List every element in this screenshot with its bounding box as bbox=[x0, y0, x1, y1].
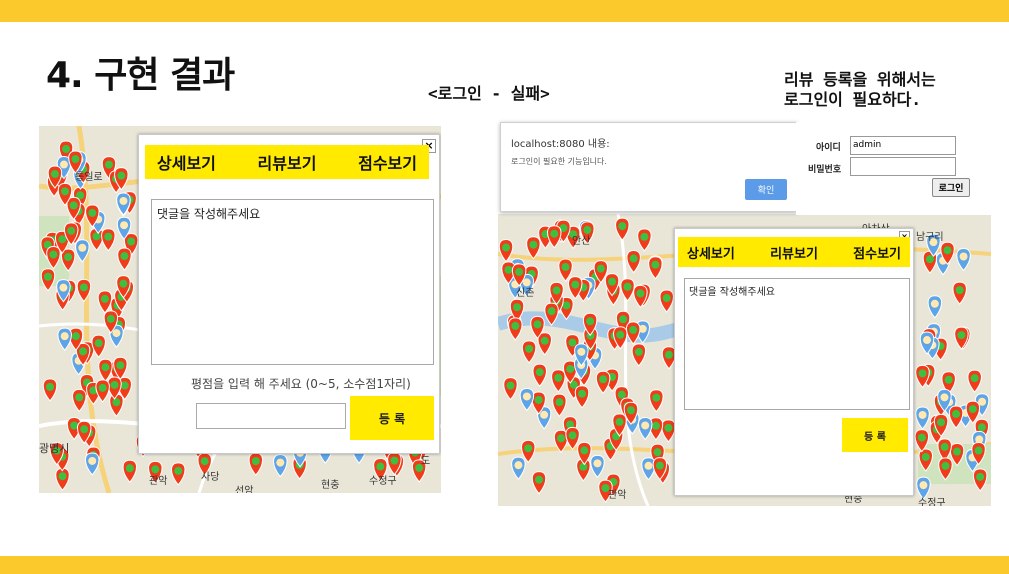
score-input[interactable] bbox=[196, 403, 346, 429]
map-label-district: 선암 bbox=[235, 486, 254, 493]
note-line-1: 리뷰 등록을 위해서는 bbox=[784, 70, 936, 89]
login-pw-input[interactable] bbox=[850, 157, 956, 176]
bottom-accent-band bbox=[0, 556, 1009, 574]
map-label-district: 수정구 bbox=[918, 498, 946, 506]
tab-bar: 상세보기 리뷰보기 점수보기 bbox=[145, 145, 429, 179]
alert-title: localhost:8080 내용: bbox=[511, 139, 610, 150]
map-label-area: 안산 bbox=[572, 236, 591, 247]
login-button[interactable]: 로그인 bbox=[932, 178, 970, 197]
note-line-2: 로그인이 필요하다. bbox=[784, 90, 922, 109]
tab-details[interactable]: 상세보기 bbox=[687, 243, 735, 262]
slide-subtitle: <로그인 - 실패> bbox=[428, 84, 550, 103]
tab-scores[interactable]: 점수보기 bbox=[853, 243, 901, 262]
map-label-district: 사당 bbox=[201, 472, 220, 483]
login-id-input[interactable]: admin bbox=[850, 136, 956, 155]
map-label-city: 광명시 bbox=[39, 442, 70, 455]
alert-dialog: localhost:8080 내용: 로그인이 필요한 기능입니다. 확인 bbox=[500, 122, 798, 212]
map-label-area: 남구리 bbox=[916, 232, 944, 243]
tab-reviews[interactable]: 리뷰보기 bbox=[258, 150, 317, 174]
map-label-road: 통일로 bbox=[75, 172, 103, 183]
map-label-district: 관악 bbox=[149, 476, 168, 487]
map-label-district: 관악 bbox=[608, 490, 627, 501]
left-popup: × 상세보기 리뷰보기 점수보기 댓글을 작성해주세요 평점을 입력 해 주세요… bbox=[138, 134, 440, 454]
alert-message: 로그인이 필요한 기능입니다. bbox=[511, 157, 607, 166]
login-id-label: 아이디 bbox=[816, 143, 841, 153]
top-accent-band bbox=[0, 0, 1009, 22]
right-popup: × 상세보기 리뷰보기 점수보기 댓글을 작성해주세요 등 록 bbox=[674, 228, 914, 496]
left-map[interactable]: 통일로 광명시 관악 사당 현충 수정구 도 선암 × 상세보기 리뷰보기 점수… bbox=[39, 126, 441, 493]
map-label-district: 도 bbox=[421, 456, 431, 467]
tab-scores[interactable]: 점수보기 bbox=[358, 150, 417, 174]
map-label-district: 수정구 bbox=[369, 476, 397, 487]
review-textarea[interactable]: 댓글을 작성해주세요 bbox=[151, 199, 434, 365]
rating-hint: 평점을 입력 해 주세요 (0~5, 소수점1자리) bbox=[191, 377, 411, 391]
tab-details[interactable]: 상세보기 bbox=[157, 150, 216, 174]
login-form: 아이디 admin 비밀번호 로그인 bbox=[796, 122, 991, 215]
slide-note: 리뷰 등록을 위해서는 로그인이 필요하다. bbox=[784, 70, 936, 110]
submit-button[interactable]: 등 록 bbox=[842, 418, 908, 452]
tab-bar: 상세보기 리뷰보기 점수보기 bbox=[678, 237, 910, 267]
review-textarea[interactable]: 댓글을 작성해주세요 bbox=[684, 278, 910, 410]
submit-button[interactable]: 등 록 bbox=[350, 396, 434, 440]
right-map[interactable]: 안산 아차산 남구리 신촌 관악 현충 수정구 × 상세보기 리뷰보기 점수보기… bbox=[498, 214, 991, 506]
map-label-district: 현충 bbox=[321, 480, 340, 491]
slide-title: 4. 구현 결과 bbox=[46, 55, 235, 96]
login-pw-label: 비밀번호 bbox=[808, 165, 842, 175]
map-label-area: 신촌 bbox=[516, 288, 535, 299]
alert-ok-button[interactable]: 확인 bbox=[745, 179, 787, 200]
tab-reviews[interactable]: 리뷰보기 bbox=[770, 243, 818, 262]
